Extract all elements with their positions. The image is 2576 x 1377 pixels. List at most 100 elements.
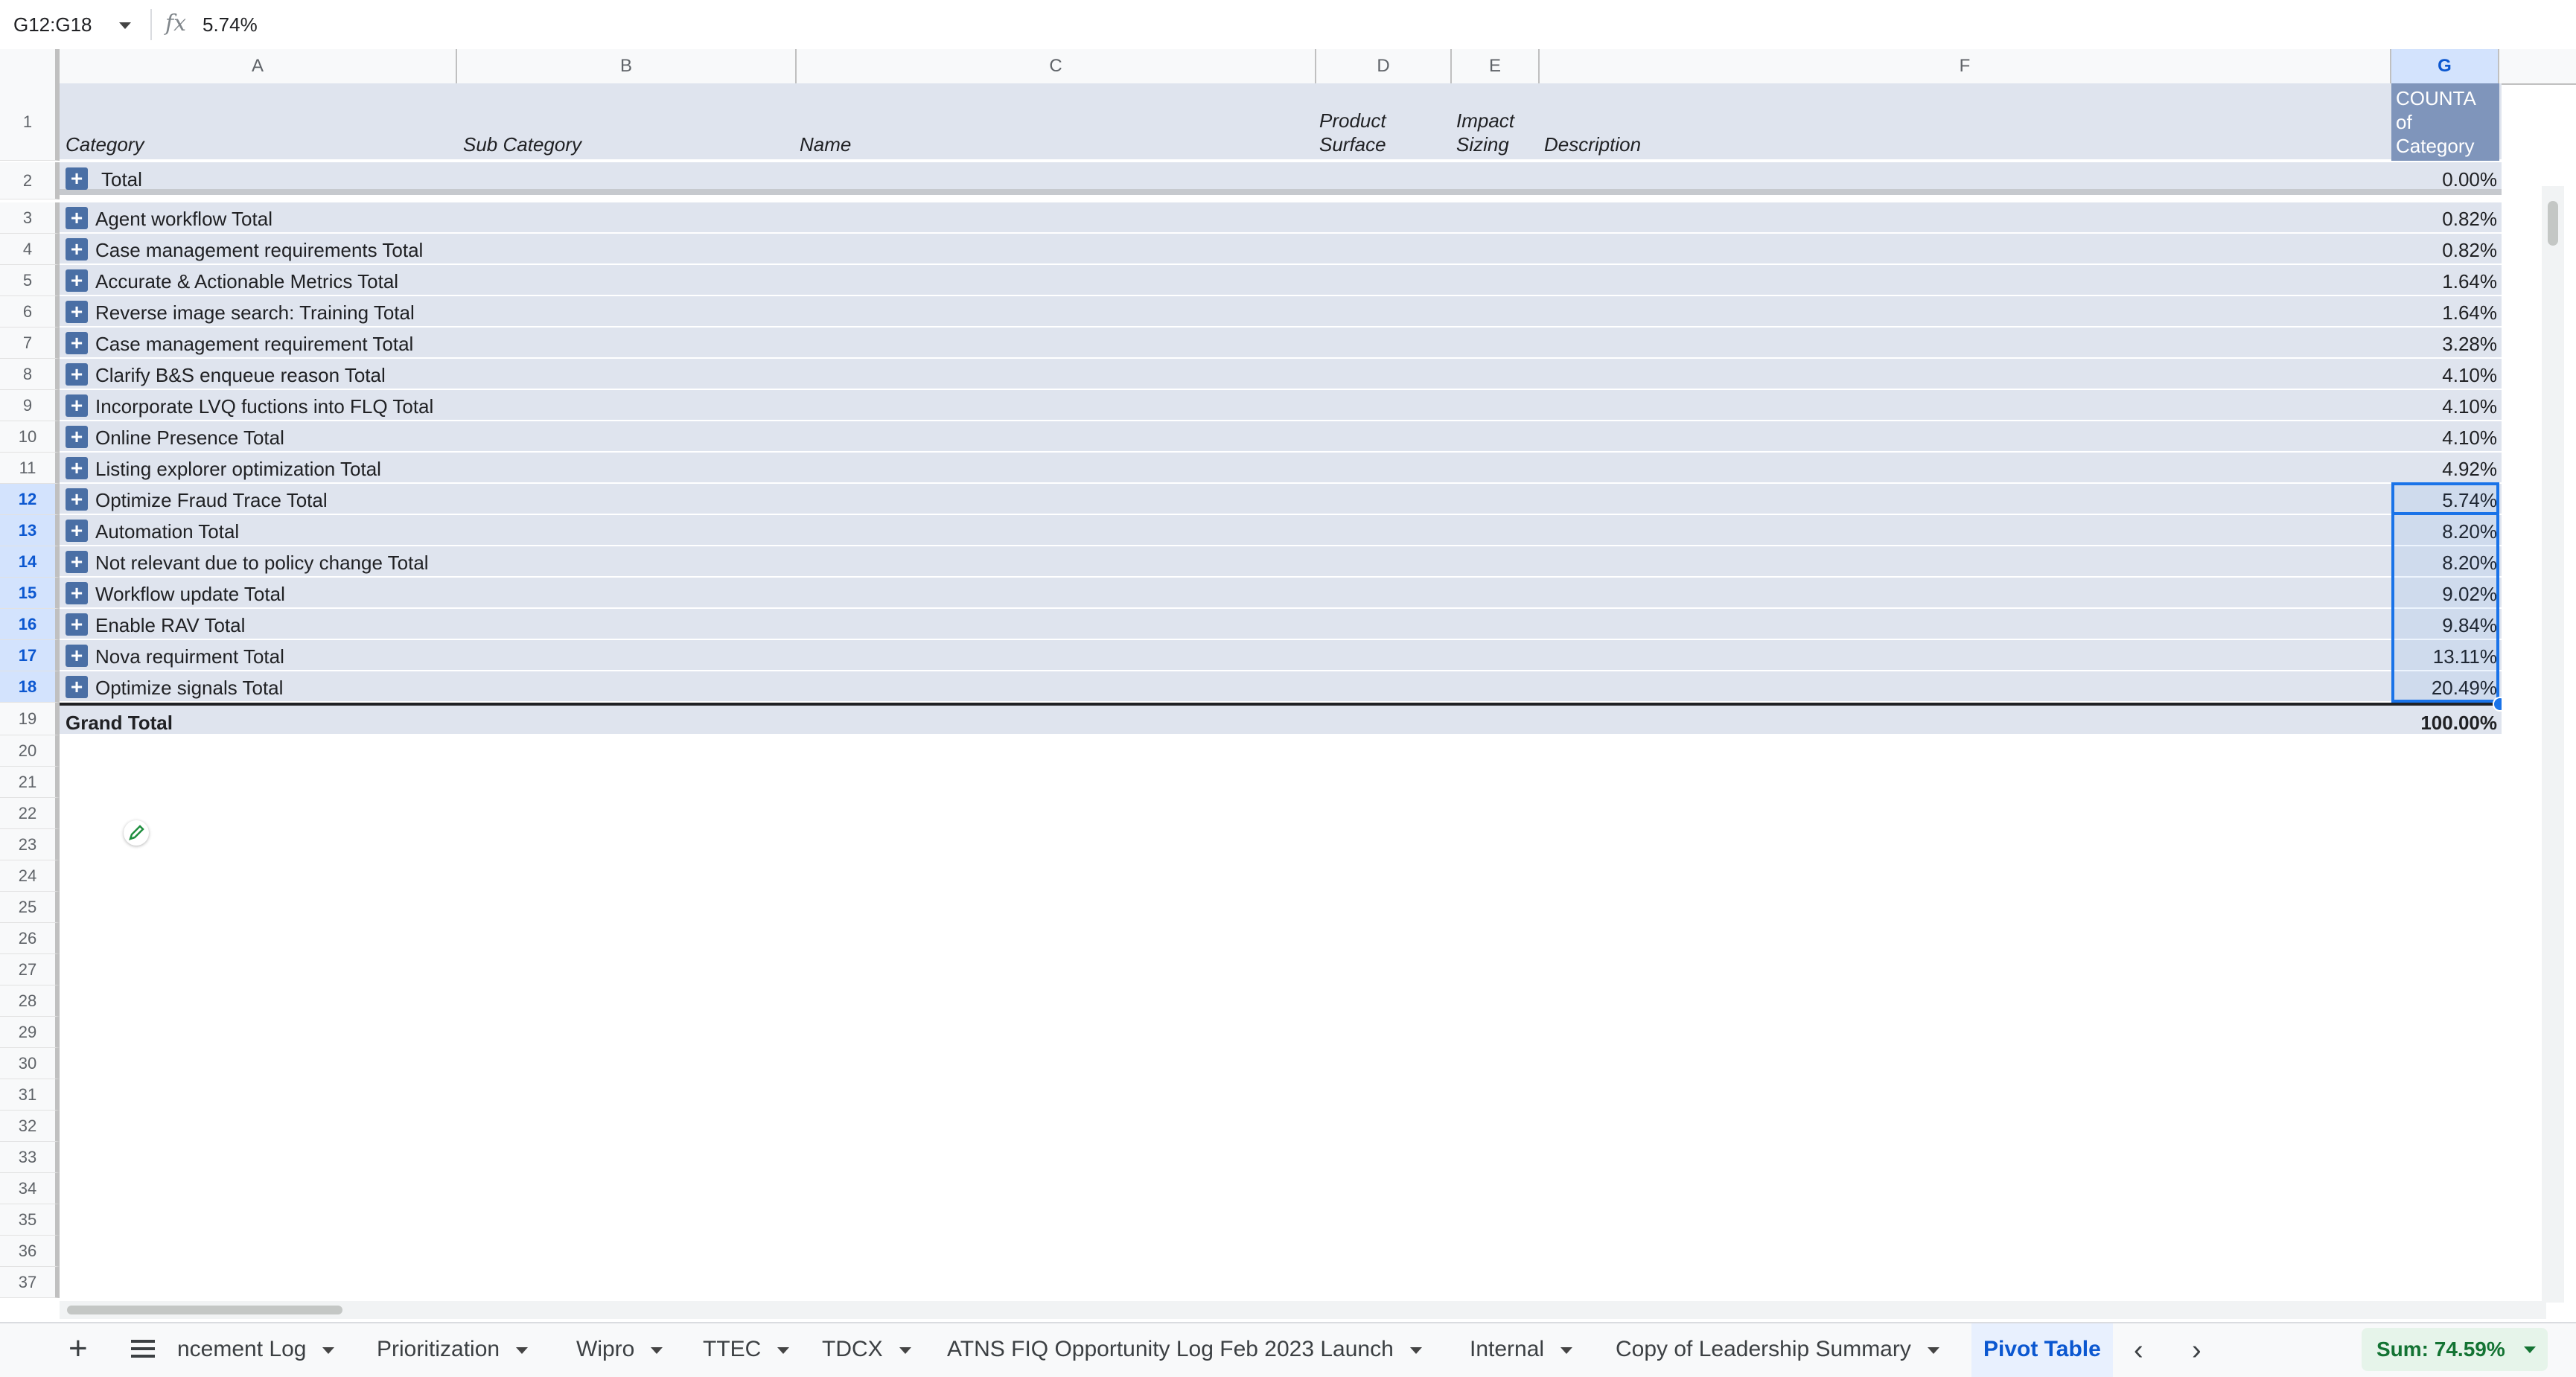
row-header-16[interactable]: 16: [0, 609, 60, 640]
row-header-37[interactable]: 37: [0, 1267, 60, 1298]
row-header-9[interactable]: 9: [0, 390, 60, 421]
chevron-down-icon[interactable]: [119, 22, 131, 29]
row-header-28[interactable]: 28: [0, 985, 60, 1017]
row-header-12[interactable]: 12: [0, 484, 60, 515]
expand-icon[interactable]: +: [66, 238, 88, 261]
row-header-8[interactable]: 8: [0, 359, 60, 390]
row-header-17[interactable]: 17: [0, 640, 60, 671]
row-value[interactable]: 4.92%: [2393, 458, 2497, 481]
row-value[interactable]: 4.10%: [2393, 364, 2497, 387]
chevron-down-icon[interactable]: [899, 1346, 911, 1354]
row-header-10[interactable]: 10: [0, 421, 60, 453]
row-header-7[interactable]: 7: [0, 328, 60, 359]
select-all-corner[interactable]: [0, 49, 60, 83]
scrollbar-thumb[interactable]: [67, 1306, 342, 1314]
expand-icon[interactable]: +: [66, 332, 88, 354]
tab-copy-of-leadership-summary[interactable]: Copy of Leadership Summary: [1616, 1323, 1939, 1377]
row-header-22[interactable]: 22: [0, 798, 60, 829]
expand-icon[interactable]: +: [66, 269, 88, 292]
row-header-32[interactable]: 32: [0, 1111, 60, 1142]
tab-atns-fiq-opportunity-log[interactable]: ATNS FIQ Opportunity Log Feb 2023 Launch: [947, 1323, 1422, 1377]
column-header-d[interactable]: D: [1316, 49, 1452, 83]
column-header-g[interactable]: G: [2391, 49, 2499, 83]
row-header-4[interactable]: 4: [0, 234, 60, 265]
row-header-15[interactable]: 15: [0, 578, 60, 609]
chevron-down-icon[interactable]: [516, 1346, 529, 1354]
vertical-scrollbar[interactable]: [2542, 186, 2564, 1303]
column-header-c[interactable]: C: [797, 49, 1316, 83]
column-header-a[interactable]: A: [60, 49, 457, 83]
name-box[interactable]: G12:G18: [0, 0, 145, 49]
expand-icon[interactable]: +: [66, 457, 88, 479]
chevron-down-icon[interactable]: [777, 1346, 790, 1354]
active-cell[interactable]: [2391, 482, 2499, 515]
chevron-down-icon[interactable]: [2524, 1346, 2536, 1353]
expand-icon[interactable]: +: [66, 582, 88, 604]
row-header-20[interactable]: 20: [0, 735, 60, 767]
row-header-26[interactable]: 26: [0, 923, 60, 954]
tab-prioritization[interactable]: Prioritization: [377, 1323, 529, 1377]
row-header-21[interactable]: 21: [0, 767, 60, 798]
expand-icon[interactable]: +: [66, 301, 88, 323]
expand-icon[interactable]: +: [66, 363, 88, 386]
tab-wipro[interactable]: Wipro: [576, 1323, 663, 1377]
expand-icon[interactable]: +: [66, 488, 88, 511]
expand-icon[interactable]: +: [66, 676, 88, 698]
tab-enhancement-log[interactable]: ncement Log: [177, 1323, 335, 1377]
expand-icon[interactable]: +: [66, 645, 88, 667]
chevron-down-icon[interactable]: [1927, 1346, 1939, 1354]
row-value[interactable]: 0.82%: [2393, 208, 2497, 231]
row-header-36[interactable]: 36: [0, 1236, 60, 1267]
edit-pencil-icon[interactable]: [124, 820, 149, 846]
row-header-5[interactable]: 5: [0, 265, 60, 296]
tab-tdcx[interactable]: TDCX: [822, 1323, 911, 1377]
chevron-down-icon[interactable]: [651, 1346, 663, 1354]
row-header-25[interactable]: 25: [0, 892, 60, 923]
sheet-grid[interactable]: Category Sub Category Name Product Surfa…: [60, 83, 2502, 1298]
expand-icon[interactable]: +: [66, 167, 88, 190]
row-value[interactable]: 0.82%: [2393, 239, 2497, 262]
row-header-3[interactable]: 3: [0, 202, 60, 234]
row-header-13[interactable]: 13: [0, 515, 60, 546]
row-header-31[interactable]: 31: [0, 1079, 60, 1111]
row-header-23[interactable]: 23: [0, 829, 60, 860]
horizontal-scrollbar[interactable]: [60, 1301, 2546, 1319]
expand-icon[interactable]: +: [66, 394, 88, 417]
row-header-33[interactable]: 33: [0, 1142, 60, 1173]
formula-input[interactable]: 5.74%: [203, 13, 258, 36]
chevron-down-icon[interactable]: [1560, 1346, 1573, 1354]
expand-icon[interactable]: +: [66, 613, 88, 636]
row-value[interactable]: 1.64%: [2393, 301, 2497, 325]
row-header-11[interactable]: 11: [0, 453, 60, 484]
chevron-down-icon[interactable]: [322, 1346, 335, 1354]
row-header-30[interactable]: 30: [0, 1048, 60, 1079]
expand-icon[interactable]: +: [66, 426, 88, 448]
row-header-27[interactable]: 27: [0, 954, 60, 985]
row-header-29[interactable]: 29: [0, 1017, 60, 1048]
expand-icon[interactable]: +: [66, 551, 88, 573]
expand-icon[interactable]: +: [66, 207, 88, 229]
scroll-tabs-right-icon[interactable]: ›: [2192, 1332, 2202, 1368]
chevron-down-icon[interactable]: [1409, 1346, 1422, 1354]
all-sheets-menu-icon[interactable]: [131, 1340, 155, 1358]
column-header-f[interactable]: F: [1540, 49, 2391, 83]
row-header-1[interactable]: 1: [0, 83, 60, 161]
row-header-34[interactable]: 34: [0, 1173, 60, 1204]
row-header-24[interactable]: 24: [0, 860, 60, 892]
tab-internal[interactable]: Internal: [1470, 1323, 1573, 1377]
row-header-6[interactable]: 6: [0, 296, 60, 328]
column-header-e[interactable]: E: [1452, 49, 1540, 83]
row-value[interactable]: 1.64%: [2393, 270, 2497, 293]
scroll-tabs-left-icon[interactable]: ‹: [2134, 1332, 2143, 1368]
row-header-14[interactable]: 14: [0, 546, 60, 578]
row-value[interactable]: 4.10%: [2393, 395, 2497, 418]
sum-summary-button[interactable]: Sum: 74.59%: [2362, 1328, 2548, 1371]
row-value[interactable]: 4.10%: [2393, 426, 2497, 450]
add-sheet-icon[interactable]: +: [68, 1332, 88, 1365]
row-header-19[interactable]: 19: [0, 703, 60, 735]
row-header-35[interactable]: 35: [0, 1204, 60, 1236]
row-header-18[interactable]: 18: [0, 671, 60, 703]
scrollbar-thumb[interactable]: [2548, 201, 2558, 246]
expand-icon[interactable]: +: [66, 520, 88, 542]
tab-ttec[interactable]: TTEC: [703, 1323, 790, 1377]
